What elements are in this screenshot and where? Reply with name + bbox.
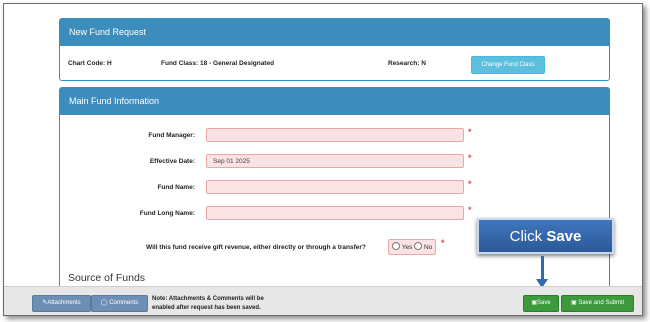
source-of-funds-heading: Source of Funds (68, 272, 146, 284)
save-label: Save (536, 300, 551, 306)
attachments-label: Attachments (47, 300, 81, 306)
effective-date-label: Effective Date: (149, 158, 195, 165)
required-marker: * (468, 205, 472, 215)
yes-label: Yes (401, 244, 413, 251)
fund-class: Fund Class: 18 - General Designated (161, 60, 275, 67)
callout-text: Click (509, 228, 547, 245)
attachments-note: Note: Attachments & Comments will be ena… (152, 295, 264, 313)
note-line-1: Note: Attachments & Comments will be (152, 296, 264, 302)
chart-code: Chart Code: H (68, 60, 112, 67)
research-flag: Research: N (388, 60, 426, 67)
new-fund-request-title: New Fund Request (60, 19, 609, 46)
gift-revenue-question: Will this fund receive gift revenue, eit… (146, 244, 366, 251)
comments-label: Comments (109, 300, 139, 306)
main-fund-information-title: Main Fund Information (60, 88, 609, 115)
action-footer: ✎Attachments ◯ Comments Note: Attachment… (4, 286, 642, 315)
app-window: New Fund Request Chart Code: H Fund Clas… (3, 3, 643, 316)
main-fund-information-panel: Main Fund Information Fund Manager: * Ef… (59, 87, 610, 298)
note-line-2: enabled after request has been saved. (152, 305, 261, 311)
callout-arrow (541, 256, 544, 280)
effective-date-input[interactable]: Sep 01 2025 (206, 154, 464, 168)
fund-manager-label: Fund Manager: (148, 132, 195, 139)
required-marker: * (468, 127, 472, 137)
change-fund-class-button[interactable]: Change Fund Class (471, 56, 545, 74)
comment-icon: ◯ (100, 300, 108, 306)
fund-manager-input[interactable] (206, 128, 464, 142)
vertical-scrollbar[interactable] (623, 4, 641, 286)
save-and-submit-button[interactable]: ▣ Save and Submit (561, 295, 634, 312)
click-save-callout: Click Save (477, 218, 614, 254)
save-and-submit-label: Save and Submit (578, 300, 625, 306)
yes-radio[interactable] (392, 242, 400, 250)
gift-revenue-radio-group: Yes No (388, 239, 436, 255)
fund-name-input[interactable] (206, 180, 464, 194)
callout-bold-text: Save (546, 228, 582, 245)
no-label: No (423, 244, 433, 251)
required-marker: * (468, 179, 472, 189)
comments-button[interactable]: ◯ Comments (91, 295, 148, 312)
attachments-button[interactable]: ✎Attachments (32, 295, 91, 312)
required-marker: * (468, 153, 472, 163)
fund-long-name-label: Fund Long Name: (139, 210, 195, 217)
required-marker: * (441, 238, 445, 248)
fund-long-name-input[interactable] (206, 206, 464, 220)
fund-name-label: Fund Name: (157, 184, 195, 191)
no-radio[interactable] (414, 242, 423, 250)
new-fund-request-panel: New Fund Request Chart Code: H Fund Clas… (59, 18, 610, 81)
floppy-disk-icon: ▣ (570, 300, 577, 306)
save-button[interactable]: ▣Save (523, 295, 559, 312)
